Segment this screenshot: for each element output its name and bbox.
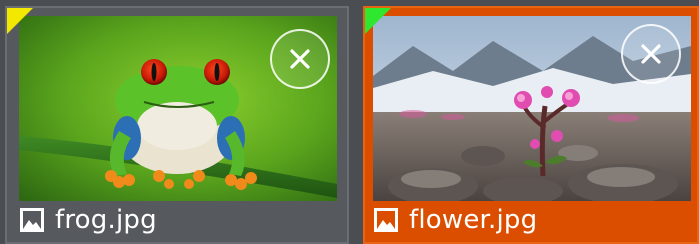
status-corner-marker: [365, 8, 391, 34]
remove-button[interactable]: [621, 24, 681, 84]
close-icon: [290, 49, 310, 69]
thumbnail-footer: frog.jpg: [19, 203, 157, 237]
thumbnail-card-frog[interactable]: frog.jpg: [5, 6, 349, 244]
status-corner-marker: [7, 8, 33, 34]
file-name: frog.jpg: [55, 205, 157, 235]
close-icon: [641, 44, 661, 64]
thumbnail-card-flower[interactable]: flower.jpg: [363, 6, 699, 244]
remove-button[interactable]: [270, 29, 330, 89]
thumbnail-footer: flower.jpg: [373, 203, 537, 237]
image-icon: [20, 208, 44, 232]
thumbnail-strip: frog.jpg flower.jpg: [0, 0, 699, 244]
image-icon: [374, 208, 398, 232]
file-name: flower.jpg: [409, 205, 538, 235]
